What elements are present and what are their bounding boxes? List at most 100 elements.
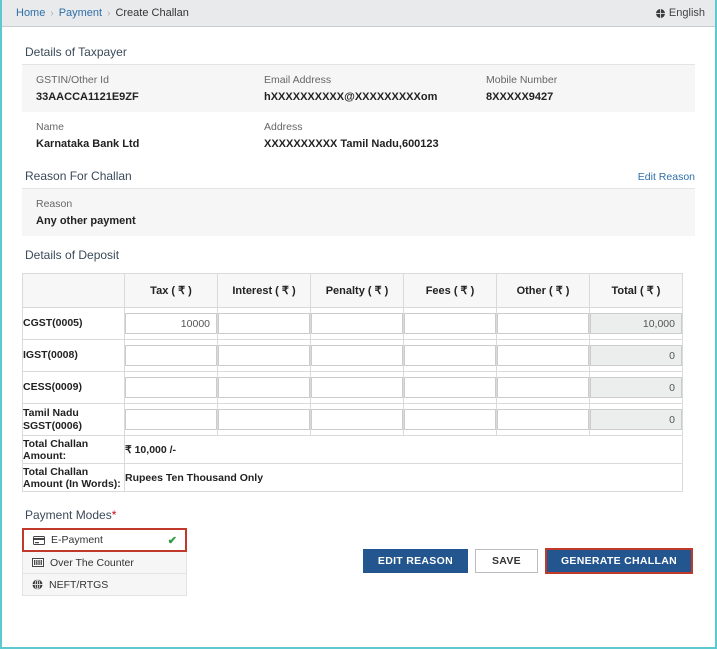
- total-amount-value: ₹ 10,000 /-: [124, 435, 683, 464]
- total-amount-label: Total Challan Amount:: [22, 435, 125, 464]
- input-cess-penalty[interactable]: [311, 377, 403, 398]
- field-gstin-label: GSTIN/Other Id: [36, 74, 109, 86]
- cell-igst-other[interactable]: [496, 339, 590, 372]
- input-cgst-penalty[interactable]: [311, 313, 403, 334]
- field-reason-value: Any other payment: [36, 215, 136, 227]
- column-header-penalty: Penalty ( ₹ ): [310, 273, 404, 308]
- cell-igst-penalty[interactable]: [310, 339, 404, 372]
- field-address-label: Address: [264, 121, 303, 133]
- field-gstin: GSTIN/Other Id 33AACCA1121E9ZF: [22, 74, 250, 103]
- breadcrumb-bar: Home › Payment › Create Challan English: [2, 0, 715, 27]
- column-header-interest: Interest ( ₹ ): [217, 273, 311, 308]
- globe-icon: [655, 8, 665, 18]
- column-header-other: Other ( ₹ ): [496, 273, 590, 308]
- cell-cess-penalty[interactable]: [310, 371, 404, 404]
- input-cess-interest[interactable]: [218, 377, 310, 398]
- column-header-blank: [22, 273, 125, 308]
- column-header-fees: Fees ( ₹ ): [403, 273, 497, 308]
- breadcrumb-item-payment[interactable]: Payment: [59, 7, 102, 19]
- field-mobile: Mobile Number 8XXXXX9427: [472, 74, 692, 103]
- cell-cgst-penalty[interactable]: [310, 307, 404, 340]
- cell-cess-interest[interactable]: [217, 371, 311, 404]
- cell-cgst-other[interactable]: [496, 307, 590, 340]
- breadcrumb-separator: ›: [50, 7, 54, 19]
- field-name-value: Karnataka Bank Ltd: [36, 138, 140, 150]
- cell-igst-tax[interactable]: [124, 339, 218, 372]
- row-label-cgst: CGST(0005): [22, 307, 125, 340]
- field-mobile-value: 8XXXXX9427: [486, 91, 554, 103]
- deposit-title-label: Details of Deposit: [25, 248, 120, 262]
- input-sgst-other[interactable]: [497, 409, 589, 430]
- cell-igst-fees[interactable]: [403, 339, 497, 372]
- cell-cess-tax[interactable]: [124, 371, 218, 404]
- cell-cgst-tax[interactable]: [124, 307, 218, 340]
- input-igst-tax[interactable]: [125, 345, 217, 366]
- reason-row: Reason Any other payment: [22, 189, 695, 236]
- input-sgst-penalty[interactable]: [311, 409, 403, 430]
- payment-mode-label: E-Payment: [51, 534, 103, 546]
- row-label-cess: CESS(0009): [22, 371, 125, 404]
- input-cess-fees[interactable]: [404, 377, 496, 398]
- cell-sgst-tax[interactable]: [124, 403, 218, 436]
- row-label-sgst: Tamil Nadu SGST(0006): [22, 403, 125, 436]
- taxpayer-row-2: Name Karnataka Bank Ltd Address XXXXXXXX…: [22, 112, 695, 159]
- input-igst-fees[interactable]: [404, 345, 496, 366]
- cell-cgst-fees[interactable]: [403, 307, 497, 340]
- taxpayer-row-1: GSTIN/Other Id 33AACCA1121E9ZF Email Add…: [22, 65, 695, 112]
- cell-cgst-interest[interactable]: [217, 307, 311, 340]
- cell-sgst-fees[interactable]: [403, 403, 497, 436]
- deposit-table: Tax ( ₹ ) Interest ( ₹ ) Penalty ( ₹ ) F…: [22, 273, 683, 492]
- input-cess-tax[interactable]: [125, 377, 217, 398]
- field-email-value: hXXXXXXXXXX@XXXXXXXXXom: [264, 91, 438, 103]
- cell-sgst-interest[interactable]: [217, 403, 311, 436]
- reason-title-label: Reason For Challan: [25, 169, 132, 183]
- language-selector[interactable]: English: [655, 7, 705, 19]
- breadcrumb-item-home[interactable]: Home: [16, 7, 45, 19]
- counter-icon: [32, 558, 44, 567]
- total-words-value: Rupees Ten Thousand Only: [124, 463, 683, 492]
- field-name: Name Karnataka Bank Ltd: [22, 121, 250, 150]
- taxpayer-title-label: Details of Taxpayer: [25, 45, 127, 59]
- reason-panel: Reason Any other payment: [22, 189, 695, 236]
- input-cgst-other[interactable]: [497, 313, 589, 334]
- breadcrumb-item-create-challan: Create Challan: [115, 7, 189, 19]
- input-cgst-fees[interactable]: [404, 313, 496, 334]
- edit-reason-link[interactable]: Edit Reason: [638, 171, 695, 183]
- page-content: Details of Taxpayer GSTIN/Other Id 33AAC…: [2, 27, 715, 596]
- cell-cess-fees[interactable]: [403, 371, 497, 404]
- input-sgst-tax[interactable]: [125, 409, 217, 430]
- cell-igst-total: [589, 339, 683, 372]
- input-igst-other[interactable]: [497, 345, 589, 366]
- input-igst-penalty[interactable]: [311, 345, 403, 366]
- table-row: Tamil Nadu SGST(0006): [22, 403, 683, 436]
- input-cgst-interest[interactable]: [218, 313, 310, 334]
- required-marker: *: [111, 508, 117, 522]
- generate-challan-button[interactable]: GENERATE CHALLAN: [544, 548, 693, 574]
- column-header-tax: Tax ( ₹ ): [124, 273, 218, 308]
- cell-cess-other[interactable]: [496, 371, 590, 404]
- save-button[interactable]: SAVE: [474, 549, 538, 573]
- field-reason: Reason Any other payment: [22, 198, 250, 227]
- input-sgst-interest[interactable]: [218, 409, 310, 430]
- credit-card-icon: [33, 535, 45, 545]
- payment-modes-label: Payment Modes: [25, 508, 112, 522]
- input-igst-interest[interactable]: [218, 345, 310, 366]
- total-amount-row: Total Challan Amount: ₹ 10,000 /-: [22, 435, 683, 464]
- input-cess-other[interactable]: [497, 377, 589, 398]
- input-cgst-tax[interactable]: [125, 313, 217, 334]
- cell-igst-interest[interactable]: [217, 339, 311, 372]
- input-sgst-fees[interactable]: [404, 409, 496, 430]
- cell-sgst-other[interactable]: [496, 403, 590, 436]
- edit-reason-button[interactable]: EDIT REASON: [362, 549, 468, 573]
- field-address-value: XXXXXXXXXX Tamil Nadu,600123: [264, 138, 439, 150]
- cell-sgst-penalty[interactable]: [310, 403, 404, 436]
- reason-section-title: Reason For Challan Edit Reason: [22, 165, 695, 189]
- row-label-igst: IGST(0008): [22, 339, 125, 372]
- payment-mode-label: NEFT/RTGS: [49, 578, 109, 591]
- field-mobile-label: Mobile Number: [486, 74, 558, 86]
- cell-cess-total: [589, 371, 683, 404]
- input-cess-total: [590, 377, 682, 398]
- payment-mode-neft-rtgs[interactable]: NEFT/RTGS: [22, 574, 187, 596]
- field-gstin-value: 33AACCA1121E9ZF: [36, 91, 139, 103]
- payment-mode-label: Over The Counter: [50, 556, 134, 569]
